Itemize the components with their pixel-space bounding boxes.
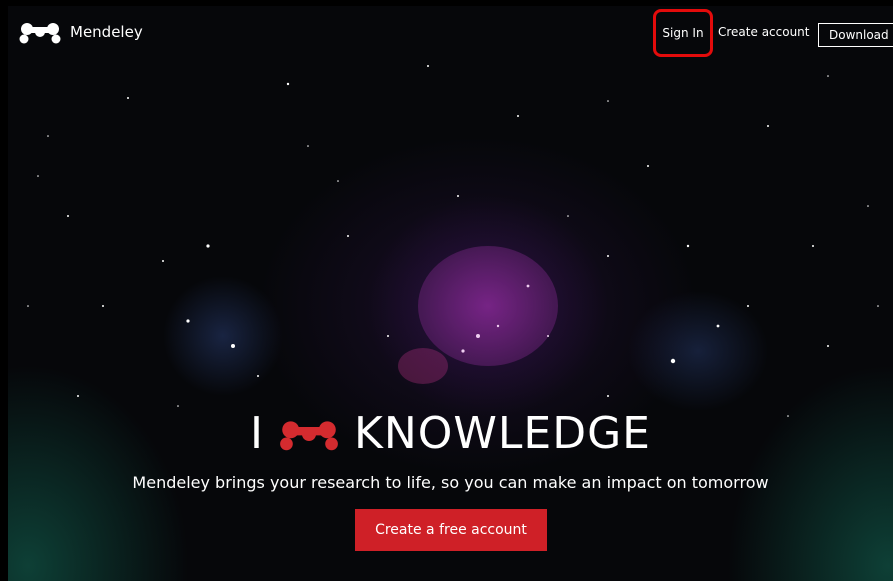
- create-account-link[interactable]: Create account: [718, 25, 810, 39]
- hero-title-prefix: I: [250, 408, 264, 459]
- mendeley-logo-icon: [19, 23, 61, 44]
- sign-in-link[interactable]: Sign In: [653, 9, 713, 57]
- top-navigation: Mendeley Sign In Create account Download: [8, 6, 893, 57]
- hero-subtitle: Mendeley brings your research to life, s…: [132, 473, 769, 492]
- page-frame: Mendeley Sign In Create account Download…: [8, 6, 893, 581]
- download-button[interactable]: Download: [818, 23, 893, 47]
- brand-name: Mendeley: [70, 23, 143, 41]
- mendeley-logo-red-icon: [280, 420, 338, 450]
- hero-title: I KNOWLEDGE: [8, 408, 893, 459]
- brand[interactable]: Mendeley: [18, 20, 143, 44]
- starfield-background: [27, 65, 879, 417]
- create-free-account-button[interactable]: Create a free account: [355, 509, 547, 551]
- hero-title-suffix: KNOWLEDGE: [353, 408, 651, 459]
